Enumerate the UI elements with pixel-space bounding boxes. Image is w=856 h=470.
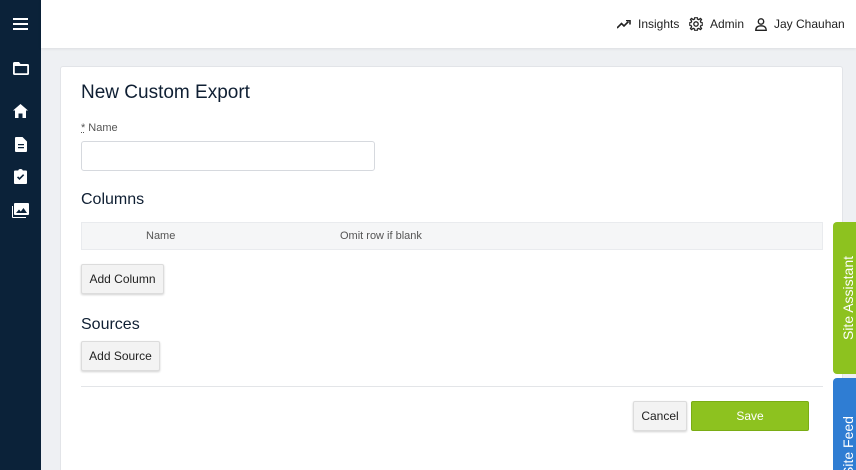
name-field-label: * Name: [81, 122, 118, 134]
columns-table-header: Name Omit row if blank: [81, 222, 823, 250]
add-column-button[interactable]: Add Column: [81, 264, 164, 294]
cancel-button[interactable]: Cancel: [633, 401, 687, 431]
site-feed-tab[interactable]: Site Feed: [833, 378, 856, 470]
required-marker: *: [81, 122, 86, 134]
name-label-text: Name: [88, 122, 118, 134]
site-feed-label: Site Feed: [840, 416, 856, 470]
sidebar: [0, 0, 41, 470]
columns-heading: Columns: [81, 191, 145, 208]
column-header-omit-row: Omit row if blank: [340, 230, 422, 242]
checklist-icon[interactable]: [0, 165, 41, 187]
insights-link[interactable]: Insights: [617, 16, 679, 32]
trending-up-icon: [617, 19, 631, 29]
user-name: Jay Chauhan: [774, 17, 845, 31]
form-divider: [81, 386, 823, 387]
site-assistant-tab[interactable]: Site Assistant: [833, 222, 856, 374]
export-form-card: New Custom Export * Name Columns Name Omi…: [60, 66, 843, 470]
insights-label: Insights: [638, 17, 680, 31]
top-bar: Insights Admin Jay Chauhan: [41, 0, 856, 48]
add-source-button[interactable]: Add Source: [81, 341, 160, 371]
menu-icon[interactable]: [0, 13, 41, 35]
document-icon[interactable]: [0, 133, 41, 155]
folder-icon[interactable]: [0, 57, 41, 79]
gear-icon: [689, 17, 703, 31]
page-title: New Custom Export: [81, 82, 250, 103]
admin-label: Admin: [710, 17, 745, 31]
user-menu[interactable]: Jay Chauhan: [755, 16, 845, 32]
user-icon: [755, 17, 767, 31]
admin-link[interactable]: Admin: [689, 16, 744, 32]
site-assistant-label: Site Assistant: [840, 255, 856, 341]
column-header-name: Name: [146, 230, 176, 242]
name-input[interactable]: [81, 141, 375, 171]
gallery-icon[interactable]: [0, 199, 41, 221]
home-icon[interactable]: [0, 100, 41, 122]
sources-heading: Sources: [81, 316, 140, 333]
save-button[interactable]: Save: [691, 401, 809, 431]
